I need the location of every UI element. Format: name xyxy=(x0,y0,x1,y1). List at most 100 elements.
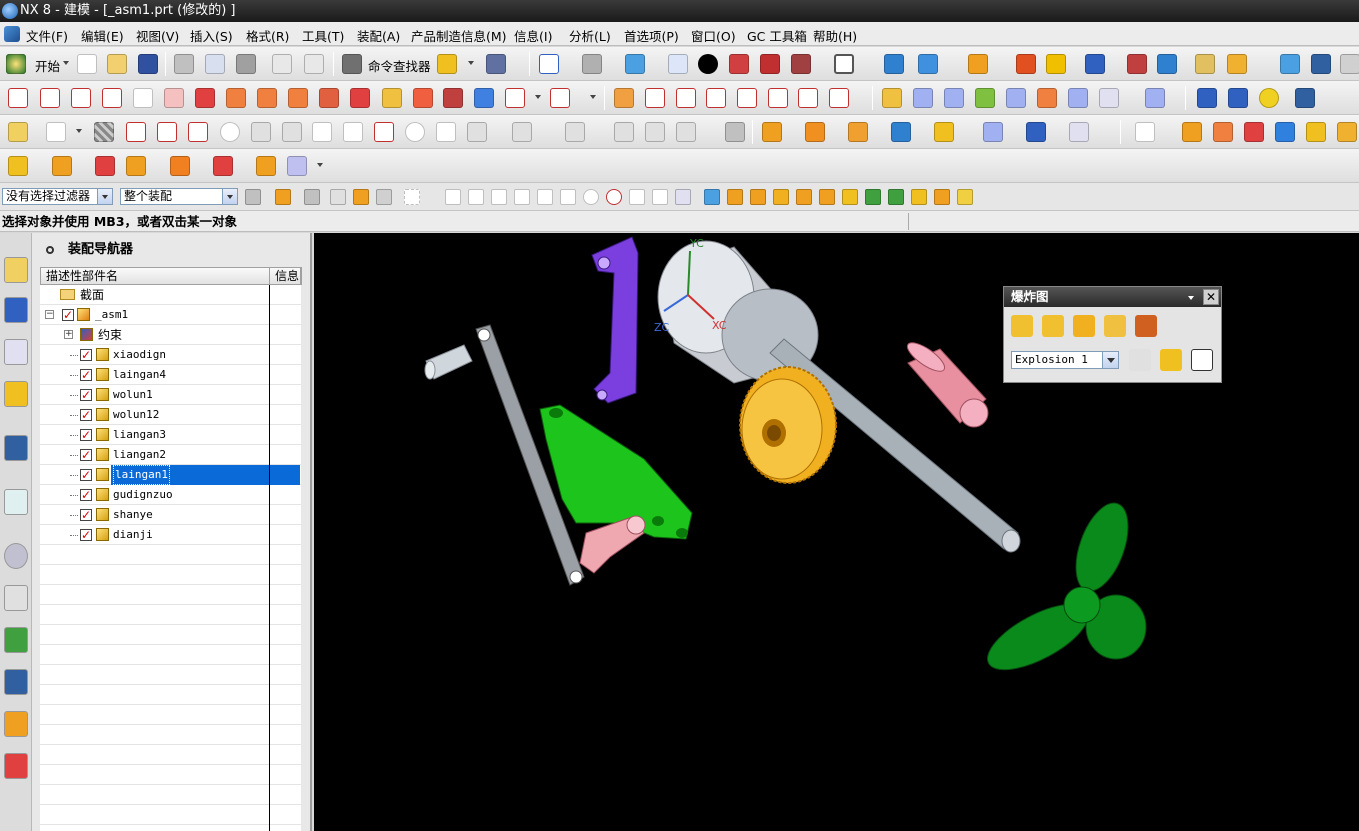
sketch-line-icon[interactable] xyxy=(157,122,177,142)
angle-dim-icon[interactable] xyxy=(676,122,696,142)
menu-edit[interactable]: 编辑(E) xyxy=(81,26,124,45)
visibility-checkbox[interactable] xyxy=(80,425,92,445)
filter-2-icon[interactable] xyxy=(750,189,766,205)
sketch-arc-icon[interactable] xyxy=(188,122,208,142)
explosion-dialog-header[interactable]: 爆炸图 ✕ xyxy=(1004,287,1221,307)
tree-row-part[interactable]: liangan2 xyxy=(40,445,300,465)
offset-curve-icon[interactable] xyxy=(226,88,246,108)
filter-3-icon[interactable] xyxy=(773,189,789,205)
through-curves-icon[interactable] xyxy=(913,88,933,108)
hole-icon[interactable] xyxy=(848,122,868,142)
filter-10-icon[interactable] xyxy=(934,189,950,205)
roles-tab-icon[interactable] xyxy=(4,711,28,737)
draft-icon[interactable] xyxy=(1244,122,1264,142)
tree-row-root[interactable]: − _asm1 xyxy=(40,305,300,325)
menu-window[interactable]: 窗口(O) xyxy=(691,26,736,45)
intersect-curve-icon[interactable] xyxy=(319,88,339,108)
undo-icon[interactable] xyxy=(272,54,292,74)
tree-row-part[interactable]: laingan4 xyxy=(40,365,300,385)
menu-insert[interactable]: 插入(S) xyxy=(190,26,233,45)
column-header-info[interactable]: 信息 xyxy=(269,267,301,285)
pattern-icon[interactable] xyxy=(1275,122,1295,142)
snap-line-icon[interactable] xyxy=(491,189,507,205)
part-navigator-tab-icon[interactable] xyxy=(4,339,28,365)
text-icon[interactable] xyxy=(133,88,153,108)
quick-trim-icon[interactable] xyxy=(614,88,634,108)
snap-endpoint-icon[interactable] xyxy=(445,189,461,205)
wireframe-icon[interactable] xyxy=(668,54,688,74)
point-plus-icon[interactable] xyxy=(436,122,456,142)
visibility-checkbox[interactable] xyxy=(80,525,92,545)
menu-file[interactable]: 文件(F) xyxy=(26,26,68,45)
collapse-icon[interactable]: − xyxy=(45,310,54,319)
fillet-curve-icon[interactable] xyxy=(676,88,696,108)
component-array-icon[interactable] xyxy=(170,156,190,176)
tree-row-part[interactable]: dianji xyxy=(40,525,300,545)
sketch-rectangle-icon[interactable] xyxy=(312,122,332,142)
line-icon[interactable] xyxy=(8,88,28,108)
filter-8-icon[interactable] xyxy=(888,189,904,205)
worm-gear-part[interactable] xyxy=(739,366,837,484)
trim-body-icon[interactable] xyxy=(1026,122,1046,142)
menu-tools[interactable]: 工具(T) xyxy=(302,26,344,45)
unexplode-icon[interactable] xyxy=(1104,315,1126,337)
filter-7-icon[interactable] xyxy=(865,189,881,205)
edit-explosion-icon[interactable] xyxy=(1042,315,1064,337)
create-explosion-icon[interactable] xyxy=(1011,315,1033,337)
visibility-checkbox[interactable] xyxy=(80,485,92,505)
menu-pmi[interactable]: 产品制造信息(M) xyxy=(411,26,507,45)
command-finder-button[interactable]: 命令查找器 xyxy=(368,56,431,75)
shaded-view-icon[interactable] xyxy=(625,54,645,74)
dimension-icon[interactable] xyxy=(645,122,665,142)
block-icon[interactable] xyxy=(934,122,954,142)
visibility-checkbox[interactable] xyxy=(80,505,92,525)
menu-format[interactable]: 格式(R) xyxy=(246,26,289,45)
copy-icon[interactable] xyxy=(205,54,225,74)
extrude-icon[interactable] xyxy=(762,122,782,142)
clip-view-icon[interactable] xyxy=(791,54,811,74)
analysis-icon[interactable] xyxy=(1046,54,1066,74)
finish-sketch-icon[interactable] xyxy=(725,122,745,142)
boss-icon[interactable] xyxy=(891,122,911,142)
revolve-icon[interactable] xyxy=(805,122,825,142)
visibility-checkbox[interactable] xyxy=(80,345,92,365)
system-materials-tab-icon[interactable] xyxy=(4,585,28,611)
circle-icon[interactable] xyxy=(220,122,240,142)
process-studio-tab-icon[interactable] xyxy=(4,627,28,653)
app-menu-icon[interactable] xyxy=(4,26,20,42)
surface-icon[interactable] xyxy=(882,88,902,108)
snap-center-icon[interactable] xyxy=(583,189,599,205)
quick-extend-icon[interactable] xyxy=(645,88,665,108)
tree-row-section[interactable]: 截面 xyxy=(40,285,300,305)
snap-icon[interactable] xyxy=(968,54,988,74)
layer-icon[interactable] xyxy=(1280,54,1300,74)
filter-6-icon[interactable] xyxy=(842,189,858,205)
mirror-icon[interactable] xyxy=(1306,122,1326,142)
trim-curve-icon[interactable] xyxy=(443,88,463,108)
derived-line-icon[interactable] xyxy=(512,122,532,142)
spring-icon[interactable] xyxy=(1228,88,1248,108)
column-header-name[interactable]: 描述性部件名 xyxy=(40,267,302,285)
select-component-icon[interactable] xyxy=(376,189,392,205)
measure-icon[interactable] xyxy=(1016,54,1036,74)
chamfer-curve-icon[interactable] xyxy=(706,88,726,108)
mirror-assembly-icon[interactable] xyxy=(213,156,233,176)
gear-tool-icon[interactable] xyxy=(1295,88,1315,108)
snap-midpoint-icon[interactable] xyxy=(468,189,484,205)
constraint-navigator-tab-icon[interactable] xyxy=(4,297,28,323)
composite-curve-icon[interactable] xyxy=(413,88,433,108)
explode-view-icon[interactable] xyxy=(287,156,307,176)
pin-part[interactable] xyxy=(424,344,473,380)
edit-curve-icon[interactable] xyxy=(550,88,570,108)
snap-on-curve-icon[interactable] xyxy=(652,189,668,205)
project-curve-icon[interactable] xyxy=(288,88,308,108)
tree-row-part[interactable]: shanye xyxy=(40,505,300,525)
add-component-icon[interactable] xyxy=(8,156,28,176)
visibility-checkbox[interactable] xyxy=(80,405,92,425)
hd3d-tab-icon[interactable] xyxy=(4,435,28,461)
menu-preferences[interactable]: 首选项(P) xyxy=(624,26,679,45)
sketch-spline-icon[interactable] xyxy=(374,122,394,142)
arc-icon[interactable] xyxy=(40,88,60,108)
mate-component-icon[interactable] xyxy=(95,156,115,176)
tree-row-part[interactable]: wolun12 xyxy=(40,405,300,425)
